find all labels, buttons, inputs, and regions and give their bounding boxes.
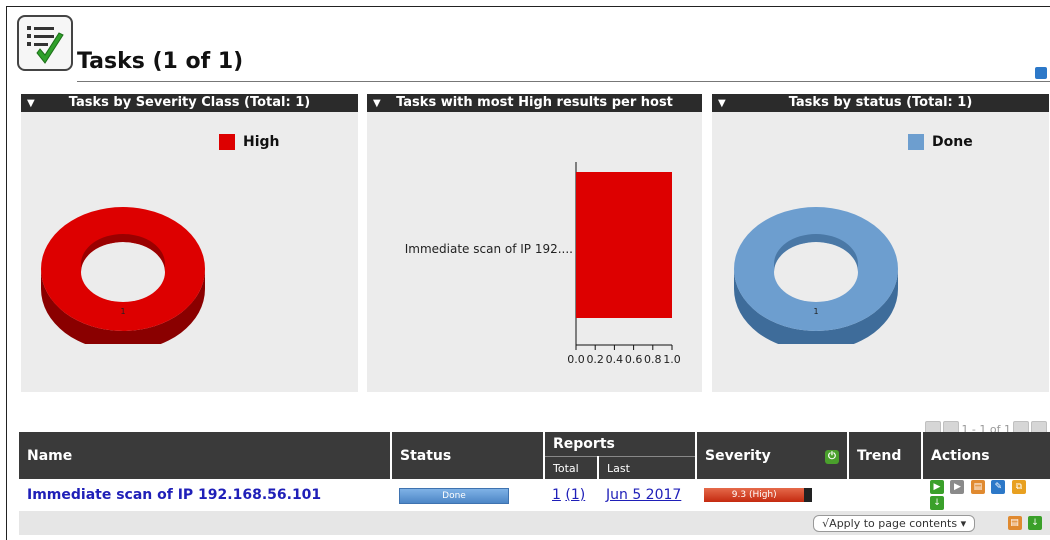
power-icon[interactable]: ⏻ [825, 449, 839, 464]
column-header-reports-last[interactable]: Last [598, 456, 697, 479]
task-name-cell: Immediate scan of IP 192.168.56.101 [19, 479, 391, 511]
apply-to-page-select[interactable]: √Apply to page contents ▾ [813, 514, 976, 532]
x-tick-label: 0.8 [644, 353, 662, 366]
legend-label: High [243, 134, 280, 150]
column-header-reports: Reports [544, 432, 697, 457]
column-header-actions: Actions [922, 432, 1050, 479]
table-footer-row: √Apply to page contents ▾ ▤ ↓ [19, 511, 1050, 535]
donut-hole [81, 242, 165, 302]
panel-header[interactable]: ▼ Tasks with most High results per host [367, 94, 702, 112]
legend-swatch [908, 134, 924, 150]
panel-task-status: ▼ Tasks by status (Total: 1) Done 1 [712, 94, 1049, 392]
donut-hole [774, 242, 858, 302]
panel-title: Tasks by Severity Class (Total: 1) [68, 95, 311, 110]
legend-item: Done [908, 134, 973, 150]
panel-header[interactable]: ▼ Tasks by Severity Class (Total: 1) [21, 94, 358, 112]
x-tick-label: 0.6 [625, 353, 643, 366]
status-progress-bar: Done [399, 488, 509, 504]
edit-icon[interactable] [1035, 67, 1047, 79]
bar-0 [576, 172, 672, 318]
task-name-link[interactable]: Immediate scan of IP 192.168.56.101 [27, 487, 321, 503]
column-header-status[interactable]: Status [391, 432, 545, 479]
severity-bar: 9.3 (High) [704, 488, 812, 502]
panel-title: Tasks by status (Total: 1) [788, 95, 973, 110]
column-header-name[interactable]: Name [19, 432, 392, 479]
x-tick-label: 1.0 [663, 353, 681, 366]
title-divider [77, 81, 1050, 82]
column-header-severity[interactable]: Severity ⏻ [696, 432, 849, 479]
legend-swatch [219, 134, 235, 150]
export-icon[interactable]: ↓ [1028, 515, 1042, 530]
severity-header-label: Severity [705, 447, 771, 464]
reports-total-paren-link[interactable]: (1) [565, 487, 585, 503]
clone-icon[interactable]: ⧉ [1011, 480, 1026, 494]
x-tick-label: 0.0 [567, 353, 585, 366]
tasks-table: Name Status Reports Severity ⏻ Trend Act… [19, 432, 1050, 535]
table-header-row: Name Status Reports Severity ⏻ Trend Act… [19, 432, 1050, 479]
start-icon[interactable]: ▶ [930, 480, 944, 494]
x-tick-label: 0.2 [586, 353, 604, 366]
footer-cell: √Apply to page contents ▾ ▤ ↓ [19, 511, 1050, 535]
column-header-reports-total[interactable]: Total [544, 456, 599, 479]
x-tick-label: 0.4 [606, 353, 624, 366]
page-title: Tasks (1 of 1) [77, 49, 244, 74]
reports-total-cell: 1 (1) [544, 479, 598, 511]
trend-cell [848, 479, 922, 511]
panel-header[interactable]: ▼ Tasks by status (Total: 1) [712, 94, 1049, 112]
panel-high-results: ▼ Tasks with most High results per host … [367, 94, 702, 392]
severity-cell: 9.3 (High) [696, 479, 848, 511]
donut-value-label: 1 [813, 307, 818, 316]
trashcan-icon[interactable]: ▤ [970, 480, 985, 494]
task-list-icon [17, 15, 73, 71]
trashcan-icon[interactable]: ▤ [1007, 515, 1022, 530]
reports-total-link[interactable]: 1 [552, 487, 561, 503]
panel-severity-class: ▼ Tasks by Severity Class (Total: 1) Hig… [21, 94, 358, 392]
task-status-cell: Done [391, 479, 544, 511]
table-row: Immediate scan of IP 192.168.56.101 Done… [19, 479, 1050, 511]
edit-icon[interactable]: ✎ [991, 480, 1006, 494]
app-frame: Tasks (1 of 1) ▼ Tasks by Severity Class… [6, 6, 1050, 540]
legend-label: Done [932, 134, 973, 150]
bar-category-label: Immediate scan of IP 192.... [405, 242, 573, 256]
legend-item: High [219, 134, 280, 150]
severity-bar-label: 9.3 (High) [704, 488, 805, 502]
column-header-trend: Trend [848, 432, 923, 479]
actions-cell: ▶ ▶ ▤ ✎ ⧉ ↓ [922, 479, 1050, 511]
reports-last-link[interactable]: Jun 5 2017 [606, 487, 681, 503]
resume-icon[interactable]: ▶ [950, 480, 965, 494]
panel-title: Tasks with most High results per host [396, 95, 673, 110]
high-results-bar-chart: Immediate scan of IP 192.... 0.0 0.2 0.4 0.… [405, 162, 681, 366]
reports-last-cell: Jun 5 2017 [598, 479, 696, 511]
donut-value-label: 1 [120, 307, 125, 316]
export-icon[interactable]: ↓ [930, 496, 944, 510]
severity-donut-chart: 1 [41, 207, 205, 344]
status-donut-chart: 1 [734, 207, 898, 344]
page-header: Tasks (1 of 1) [17, 15, 1050, 82]
